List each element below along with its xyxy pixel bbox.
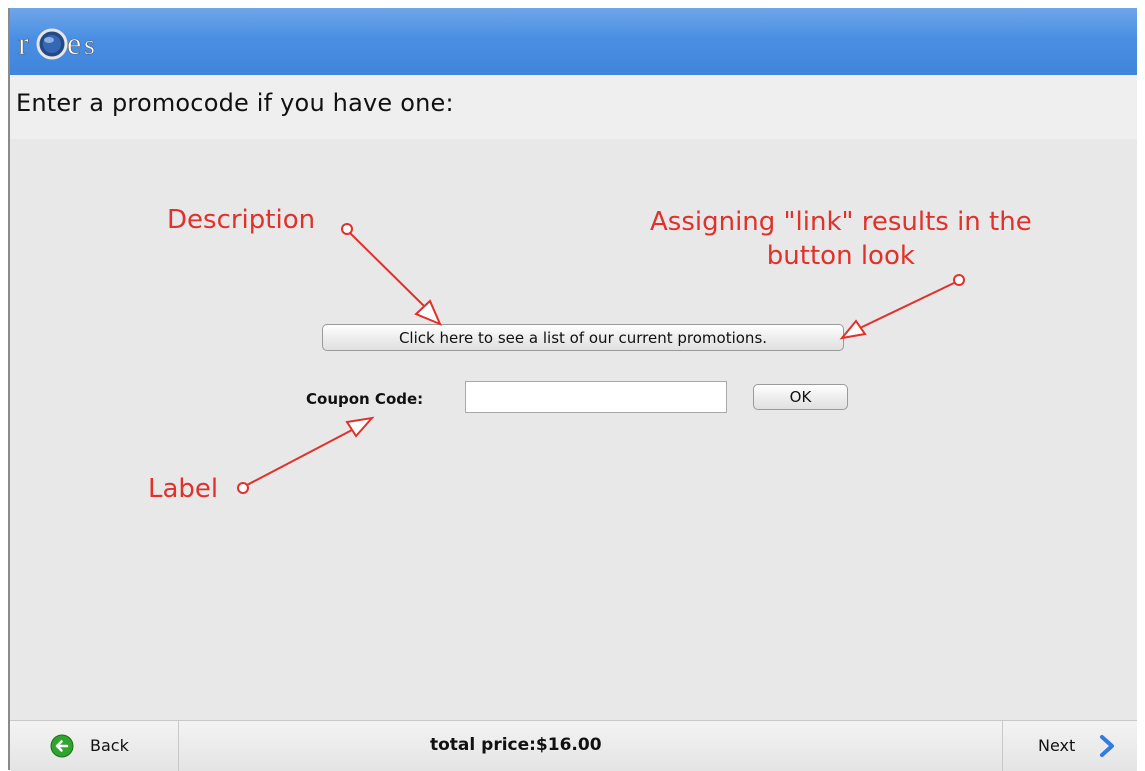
total-price: total price:$16.00: [430, 735, 602, 755]
label-arrow-origin: [237, 482, 249, 494]
footer-bar: Back total price:$16.00 Next: [10, 720, 1137, 771]
annotation-link-line1: Assigning "link" results in the: [650, 207, 1032, 237]
roes-logo: r e s: [18, 25, 95, 62]
annotation-link: Assigning "link" results in the button l…: [650, 205, 1032, 273]
annotation-link-line2: button look: [766, 241, 915, 271]
back-arrow-circle-icon: [50, 734, 74, 758]
svg-text:e: e: [67, 25, 81, 61]
description-arrowhead: [414, 299, 442, 326]
label-arrowhead: [345, 416, 375, 438]
app-window: r e s Enter a promocode if you have one:…: [8, 8, 1137, 771]
coupon-code-input[interactable]: [465, 381, 727, 413]
link-arrowhead: [839, 319, 867, 340]
promotions-link-button[interactable]: Click here to see a list of our current …: [322, 324, 844, 351]
link-arrow-origin: [953, 274, 965, 286]
back-label: Back: [90, 736, 129, 755]
coupon-code-label: Coupon Code:: [306, 390, 424, 408]
back-button[interactable]: Back: [10, 721, 179, 771]
svg-text:r: r: [18, 25, 29, 61]
svg-text:s: s: [84, 30, 95, 61]
app-header: r e s: [10, 8, 1137, 75]
next-button[interactable]: Next: [1002, 721, 1137, 771]
description-arrow-origin: [341, 223, 353, 235]
annotation-label: Label: [148, 474, 219, 504]
page-prompt: Enter a promocode if you have one:: [16, 89, 454, 117]
next-label: Next: [1038, 736, 1076, 755]
ok-button[interactable]: OK: [753, 384, 848, 410]
label-arrow-shaft: [246, 429, 353, 486]
link-arrow-shaft: [859, 282, 955, 329]
description-arrow-shaft: [349, 232, 425, 307]
prompt-bar: Enter a promocode if you have one:: [10, 75, 1137, 139]
annotation-description: Description: [167, 205, 316, 235]
chevron-right-icon: [1100, 735, 1114, 757]
